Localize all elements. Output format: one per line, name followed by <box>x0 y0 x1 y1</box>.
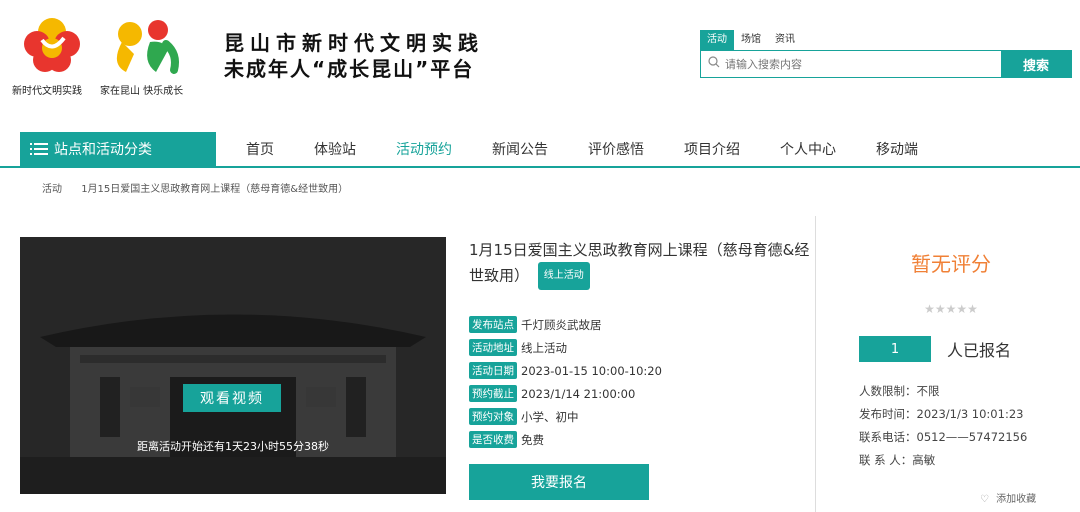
star-rating-icon: ★★★★★ <box>924 302 978 316</box>
detail-value: 千灯顾炎武故居 <box>521 317 602 332</box>
nav-mobile[interactable]: 移动端 <box>856 139 938 159</box>
rating-panel: 暂无评分 ★★★★★ 1 人已报名 人数限制：不限 发布时间：2023/1/3 … <box>829 238 1073 472</box>
meta-phone: 联系电话：0512——57472156 <box>859 430 1028 444</box>
search-tab-venue[interactable]: 场馆 <box>734 30 768 50</box>
detail-row-audience: 预约对象 小学、初中 <box>469 405 814 428</box>
signup-count: 1 人已报名 <box>859 336 1073 362</box>
detail-value: 2023-01-15 10:00-10:20 <box>521 363 662 378</box>
nav-home[interactable]: 首页 <box>226 139 294 159</box>
main-nav: 站点和活动分类 首页 体验站 活动预约 新闻公告 评价感悟 项目介绍 个人中心 … <box>0 132 1080 168</box>
kids-logo-icon <box>116 20 179 74</box>
video-player[interactable]: 观看视频 距离活动开始还有1天23小时55分38秒 <box>20 237 446 494</box>
activity-title: 1月15日爱国主义思政教育网上课程（慈母育德&经世致用） 线上活动 <box>469 238 814 290</box>
nav-news[interactable]: 新闻公告 <box>472 139 568 159</box>
heart-icon: ♡ <box>980 494 989 505</box>
search-row: 搜索 <box>700 50 1072 78</box>
meta-contact: 联 系 人：高敏 <box>859 453 936 467</box>
activity-details: 发布站点 千灯顾炎武故居 活动地址 线上活动 活动日期 2023-01-15 1… <box>469 313 814 451</box>
meta-publish-time: 发布时间：2023/1/3 10:01:23 <box>859 407 1024 421</box>
detail-tag: 预约对象 <box>469 408 517 425</box>
search-tab-news[interactable]: 资讯 <box>768 30 802 50</box>
flower-logo-icon <box>24 18 80 72</box>
signup-count-label: 人已报名 <box>947 341 1012 360</box>
category-menu-label: 站点和活动分类 <box>54 142 152 158</box>
logo2-caption: 家在昆山 快乐成长 <box>100 86 184 97</box>
search-icon <box>708 56 720 68</box>
nav-experience-station[interactable]: 体验站 <box>294 139 376 159</box>
logo1-caption: 新时代文明实践 <box>12 86 82 97</box>
logo-kunshan <box>100 14 196 80</box>
site-title-line2: 未成年人“成长昆山”平台 <box>224 57 475 81</box>
category-menu-button[interactable]: 站点和活动分类 <box>20 132 216 166</box>
detail-tag: 预约截止 <box>469 385 517 402</box>
nav-items: 首页 体验站 活动预约 新闻公告 评价感悟 项目介绍 个人中心 移动端 <box>226 132 938 166</box>
site-title-line1: 昆山市新时代文明实践 <box>224 31 484 55</box>
search-box: 活动 场馆 资讯 搜索 <box>700 30 1072 78</box>
detail-row-station: 发布站点 千灯顾炎武故居 <box>469 313 814 336</box>
nav-activity-booking[interactable]: 活动预约 <box>376 139 472 159</box>
signup-count-value: 1 <box>859 336 931 362</box>
detail-value: 2023/1/14 21:00:00 <box>521 386 636 401</box>
detail-value: 小学、初中 <box>521 409 579 424</box>
detail-tag: 活动地址 <box>469 339 517 356</box>
breadcrumb-current: 1月15日爱国主义思政教育网上课程（慈母育德&经世致用） <box>81 184 349 195</box>
site-title: 昆山市新时代文明实践 未成年人“成长昆山”平台 <box>224 30 484 82</box>
column-divider <box>815 216 816 512</box>
detail-tag: 发布站点 <box>469 316 517 333</box>
add-favorite-button[interactable]: ♡ 添加收藏 <box>980 490 1036 505</box>
detail-tag: 是否收费 <box>469 431 517 448</box>
detail-row-address: 活动地址 线上活动 <box>469 336 814 359</box>
add-favorite-label: 添加收藏 <box>996 494 1037 505</box>
watch-video-button[interactable]: 观看视频 <box>183 384 281 412</box>
signup-button[interactable]: 我要报名 <box>469 464 649 500</box>
detail-value: 免费 <box>521 432 544 447</box>
detail-tag: 活动日期 <box>469 362 517 379</box>
search-input[interactable] <box>701 51 1001 77</box>
detail-value: 线上活动 <box>521 340 567 355</box>
meta-limit: 人数限制：不限 <box>859 384 940 398</box>
nav-personal-center[interactable]: 个人中心 <box>760 139 856 159</box>
detail-row-fee: 是否收费 免费 <box>469 428 814 451</box>
online-badge: 线上活动 <box>537 262 590 290</box>
nav-reviews[interactable]: 评价感悟 <box>568 139 664 159</box>
detail-row-date: 活动日期 2023-01-15 10:00-10:20 <box>469 359 814 382</box>
detail-row-deadline: 预约截止 2023/1/14 21:00:00 <box>469 382 814 405</box>
menu-icon <box>30 143 48 155</box>
breadcrumb-root[interactable]: 活动 <box>42 184 62 195</box>
rating-text: 暂无评分 <box>911 252 991 276</box>
search-button[interactable]: 搜索 <box>1001 51 1071 77</box>
logo-civilization <box>12 14 92 80</box>
activity-meta: 人数限制：不限 发布时间：2023/1/3 10:01:23 联系电话：0512… <box>859 380 1073 472</box>
activity-title-text: 1月15日爱国主义思政教育网上课程（慈母育德&经世致用） <box>469 241 810 285</box>
countdown-text: 距离活动开始还有1天23小时55分38秒 <box>137 440 329 453</box>
breadcrumb: 活动 1月15日爱国主义思政教育网上课程（慈母育德&经世致用） <box>42 180 348 195</box>
search-tabs: 活动 场馆 资讯 <box>700 30 1072 50</box>
search-tab-activity[interactable]: 活动 <box>700 30 734 50</box>
nav-project-intro[interactable]: 项目介绍 <box>664 139 760 159</box>
building-thumbnail <box>20 237 446 494</box>
activity-info: 1月15日爱国主义思政教育网上课程（慈母育德&经世致用） 线上活动 发布站点 千… <box>469 238 814 500</box>
